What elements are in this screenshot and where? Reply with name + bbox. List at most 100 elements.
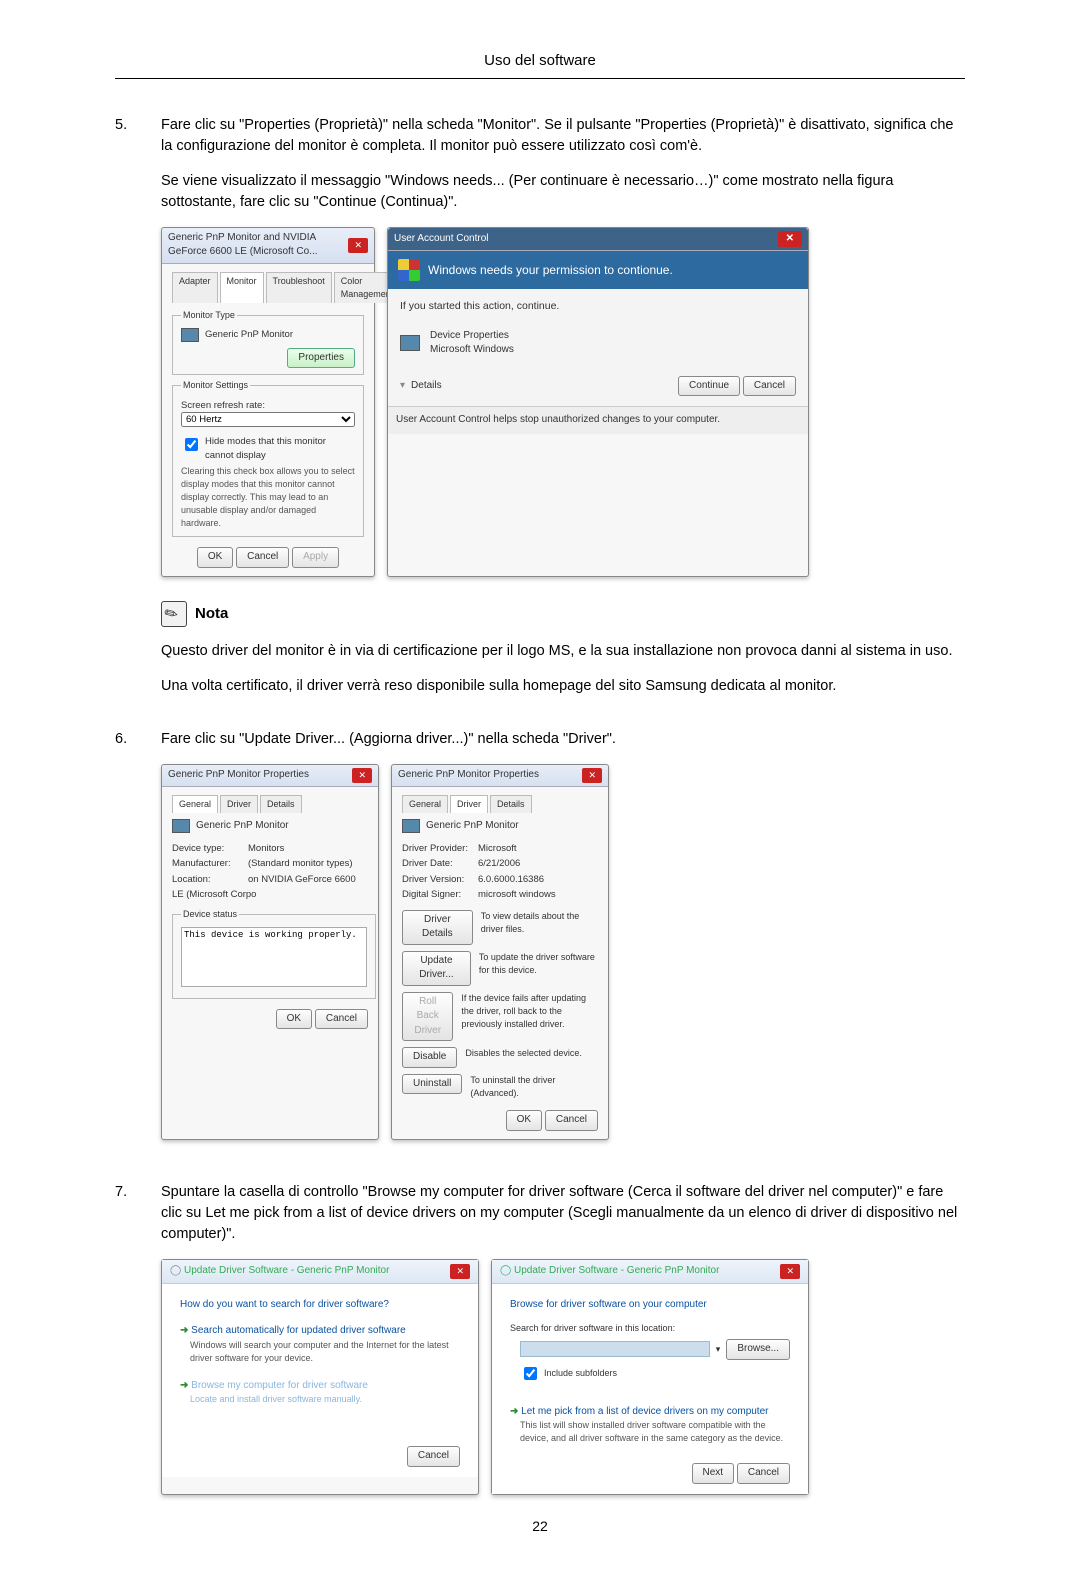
- uac-started-text: If you started this action, continue.: [400, 299, 796, 314]
- tab-general[interactable]: General: [172, 795, 218, 813]
- wizard-heading: Browse for driver software on your compu…: [510, 1298, 790, 1313]
- monitor-type-value: Generic PnP Monitor: [205, 328, 293, 342]
- monitor-type-legend: Monitor Type: [181, 309, 237, 322]
- ok-button[interactable]: OK: [197, 547, 233, 568]
- step-7-number: 7.: [115, 1182, 161, 1519]
- location-combobox[interactable]: [520, 1341, 710, 1357]
- monitor-icon: [400, 335, 420, 351]
- driver-provider-key: Driver Provider:: [402, 841, 478, 856]
- location-key: Location:: [172, 872, 248, 887]
- pnp-props-title: Generic PnP Monitor Properties: [168, 768, 309, 783]
- step-6-paragraph-1: Fare clic su "Update Driver... (Aggiorna…: [161, 729, 965, 750]
- close-icon[interactable]: ✕: [450, 1264, 470, 1279]
- uac-title: User Account Control: [394, 232, 489, 247]
- ok-button[interactable]: OK: [276, 1009, 312, 1030]
- step-7-paragraph-1: Spuntare la casella di controllo "Browse…: [161, 1182, 965, 1245]
- uninstall-button[interactable]: Uninstall: [402, 1074, 462, 1095]
- update-driver-wizard-search: ◯ Update Driver Software - Generic PnP M…: [161, 1259, 479, 1495]
- update-driver-button[interactable]: Update Driver...: [402, 951, 471, 986]
- tab-general[interactable]: General: [402, 795, 448, 813]
- uac-footer-text: User Account Control helps stop unauthor…: [388, 406, 808, 434]
- tab-adapter[interactable]: Adapter: [172, 272, 218, 303]
- browse-button[interactable]: Browse...: [726, 1339, 790, 1360]
- hide-modes-checkbox[interactable]: [185, 438, 198, 451]
- uac-device-properties: Device Properties: [430, 329, 514, 344]
- uac-window: User Account Control ✕ Windows needs you…: [387, 227, 809, 577]
- cancel-button[interactable]: Cancel: [236, 547, 289, 568]
- monitor-settings-legend: Monitor Settings: [181, 379, 250, 392]
- pnp-properties-driver-window: Generic PnP Monitor Properties ✕ General…: [391, 764, 609, 1140]
- update-driver-desc: To update the driver software for this d…: [479, 951, 598, 977]
- browse-computer-option[interactable]: Browse my computer for driver software: [180, 1379, 460, 1394]
- cancel-button[interactable]: Cancel: [545, 1110, 598, 1131]
- close-icon[interactable]: ✕: [348, 238, 368, 253]
- cancel-button[interactable]: Cancel: [407, 1446, 460, 1467]
- refresh-rate-select[interactable]: 60 Hertz: [181, 412, 355, 427]
- driver-details-button[interactable]: Driver Details: [402, 910, 473, 945]
- pnp-properties-general-window: Generic PnP Monitor Properties ✕ General…: [161, 764, 379, 1140]
- manufacturer-key: Manufacturer:: [172, 856, 248, 871]
- device-type-value: Monitors: [248, 843, 284, 854]
- search-location-label: Search for driver software in this locat…: [510, 1322, 790, 1335]
- disable-button[interactable]: Disable: [402, 1047, 457, 1068]
- device-status-legend: Device status: [181, 908, 239, 921]
- driver-details-desc: To view details about the driver files.: [481, 910, 598, 936]
- header-rule: [115, 78, 965, 79]
- close-icon[interactable]: ✕: [352, 768, 372, 783]
- wizard-crumb: Update Driver Software - Generic PnP Mon…: [184, 1265, 389, 1276]
- uac-banner-text: Windows needs your permission to contion…: [428, 262, 673, 279]
- back-icon[interactable]: ◯: [170, 1265, 181, 1276]
- step-5-paragraph-1: Fare clic su "Properties (Proprietà)" ne…: [161, 115, 965, 157]
- tab-driver[interactable]: Driver: [450, 795, 488, 813]
- driver-provider-value: Microsoft: [478, 843, 517, 854]
- include-subfolders-label: Include subfolders: [544, 1367, 617, 1380]
- next-button[interactable]: Next: [692, 1463, 735, 1484]
- page-header-title: Uso del software: [115, 50, 965, 72]
- hide-modes-label: Hide modes that this monitor cannot disp…: [205, 435, 355, 463]
- cancel-button[interactable]: Cancel: [737, 1463, 790, 1484]
- pnp-props-title: Generic PnP Monitor Properties: [398, 768, 539, 783]
- note-heading: Nota: [161, 601, 965, 627]
- include-subfolders-checkbox[interactable]: [524, 1367, 537, 1380]
- tab-details[interactable]: Details: [490, 795, 532, 813]
- close-icon[interactable]: ✕: [582, 768, 602, 783]
- cancel-button[interactable]: Cancel: [315, 1009, 368, 1030]
- close-icon[interactable]: ✕: [778, 231, 802, 248]
- ok-button[interactable]: OK: [506, 1110, 542, 1131]
- roll-back-driver-button[interactable]: Roll Back Driver: [402, 992, 453, 1042]
- disable-desc: Disables the selected device.: [465, 1047, 582, 1060]
- figure-step7-row: ◯ Update Driver Software - Generic PnP M…: [161, 1259, 965, 1495]
- apply-button[interactable]: Apply: [292, 547, 339, 568]
- device-status-text: This device is working properly.: [181, 927, 367, 987]
- refresh-rate-label: Screen refresh rate:: [181, 399, 355, 413]
- note-paragraph-1: Questo driver del monitor è in via di ce…: [161, 641, 965, 662]
- search-auto-desc: Windows will search your computer and th…: [190, 1339, 460, 1365]
- let-me-pick-option[interactable]: Let me pick from a list of device driver…: [510, 1405, 790, 1420]
- digital-signer-key: Digital Signer:: [402, 887, 478, 902]
- shield-icon: [398, 259, 420, 281]
- search-auto-option[interactable]: Search automatically for updated driver …: [180, 1324, 460, 1339]
- browse-computer-desc: Locate and install driver software manua…: [190, 1393, 460, 1406]
- pencil-note-icon: [161, 601, 187, 627]
- driver-version-value: 6.0.6000.16386: [478, 874, 544, 885]
- continue-button[interactable]: Continue: [678, 376, 740, 397]
- properties-button[interactable]: Properties: [287, 348, 355, 369]
- close-icon[interactable]: ✕: [780, 1264, 800, 1279]
- driver-date-value: 6/21/2006: [478, 858, 520, 869]
- step-5-number: 5.: [115, 115, 161, 711]
- uac-details-link[interactable]: Details: [411, 379, 442, 394]
- chevron-down-icon[interactable]: ▾: [400, 379, 405, 394]
- manufacturer-value: (Standard monitor types): [248, 858, 353, 869]
- tab-driver[interactable]: Driver: [220, 795, 258, 813]
- update-driver-wizard-browse: ◯ Update Driver Software - Generic PnP M…: [491, 1259, 809, 1495]
- note-paragraph-2: Una volta certificato, il driver verrà r…: [161, 676, 965, 697]
- monitor-icon: [181, 328, 199, 342]
- tab-details[interactable]: Details: [260, 795, 302, 813]
- monitor-icon: [172, 819, 190, 833]
- cancel-button[interactable]: Cancel: [743, 376, 796, 397]
- back-icon[interactable]: ◯: [500, 1265, 511, 1276]
- hide-modes-note: Clearing this check box allows you to se…: [181, 465, 355, 530]
- device-type-key: Device type:: [172, 841, 248, 856]
- tab-monitor[interactable]: Monitor: [220, 272, 264, 303]
- tab-troubleshoot[interactable]: Troubleshoot: [266, 272, 332, 303]
